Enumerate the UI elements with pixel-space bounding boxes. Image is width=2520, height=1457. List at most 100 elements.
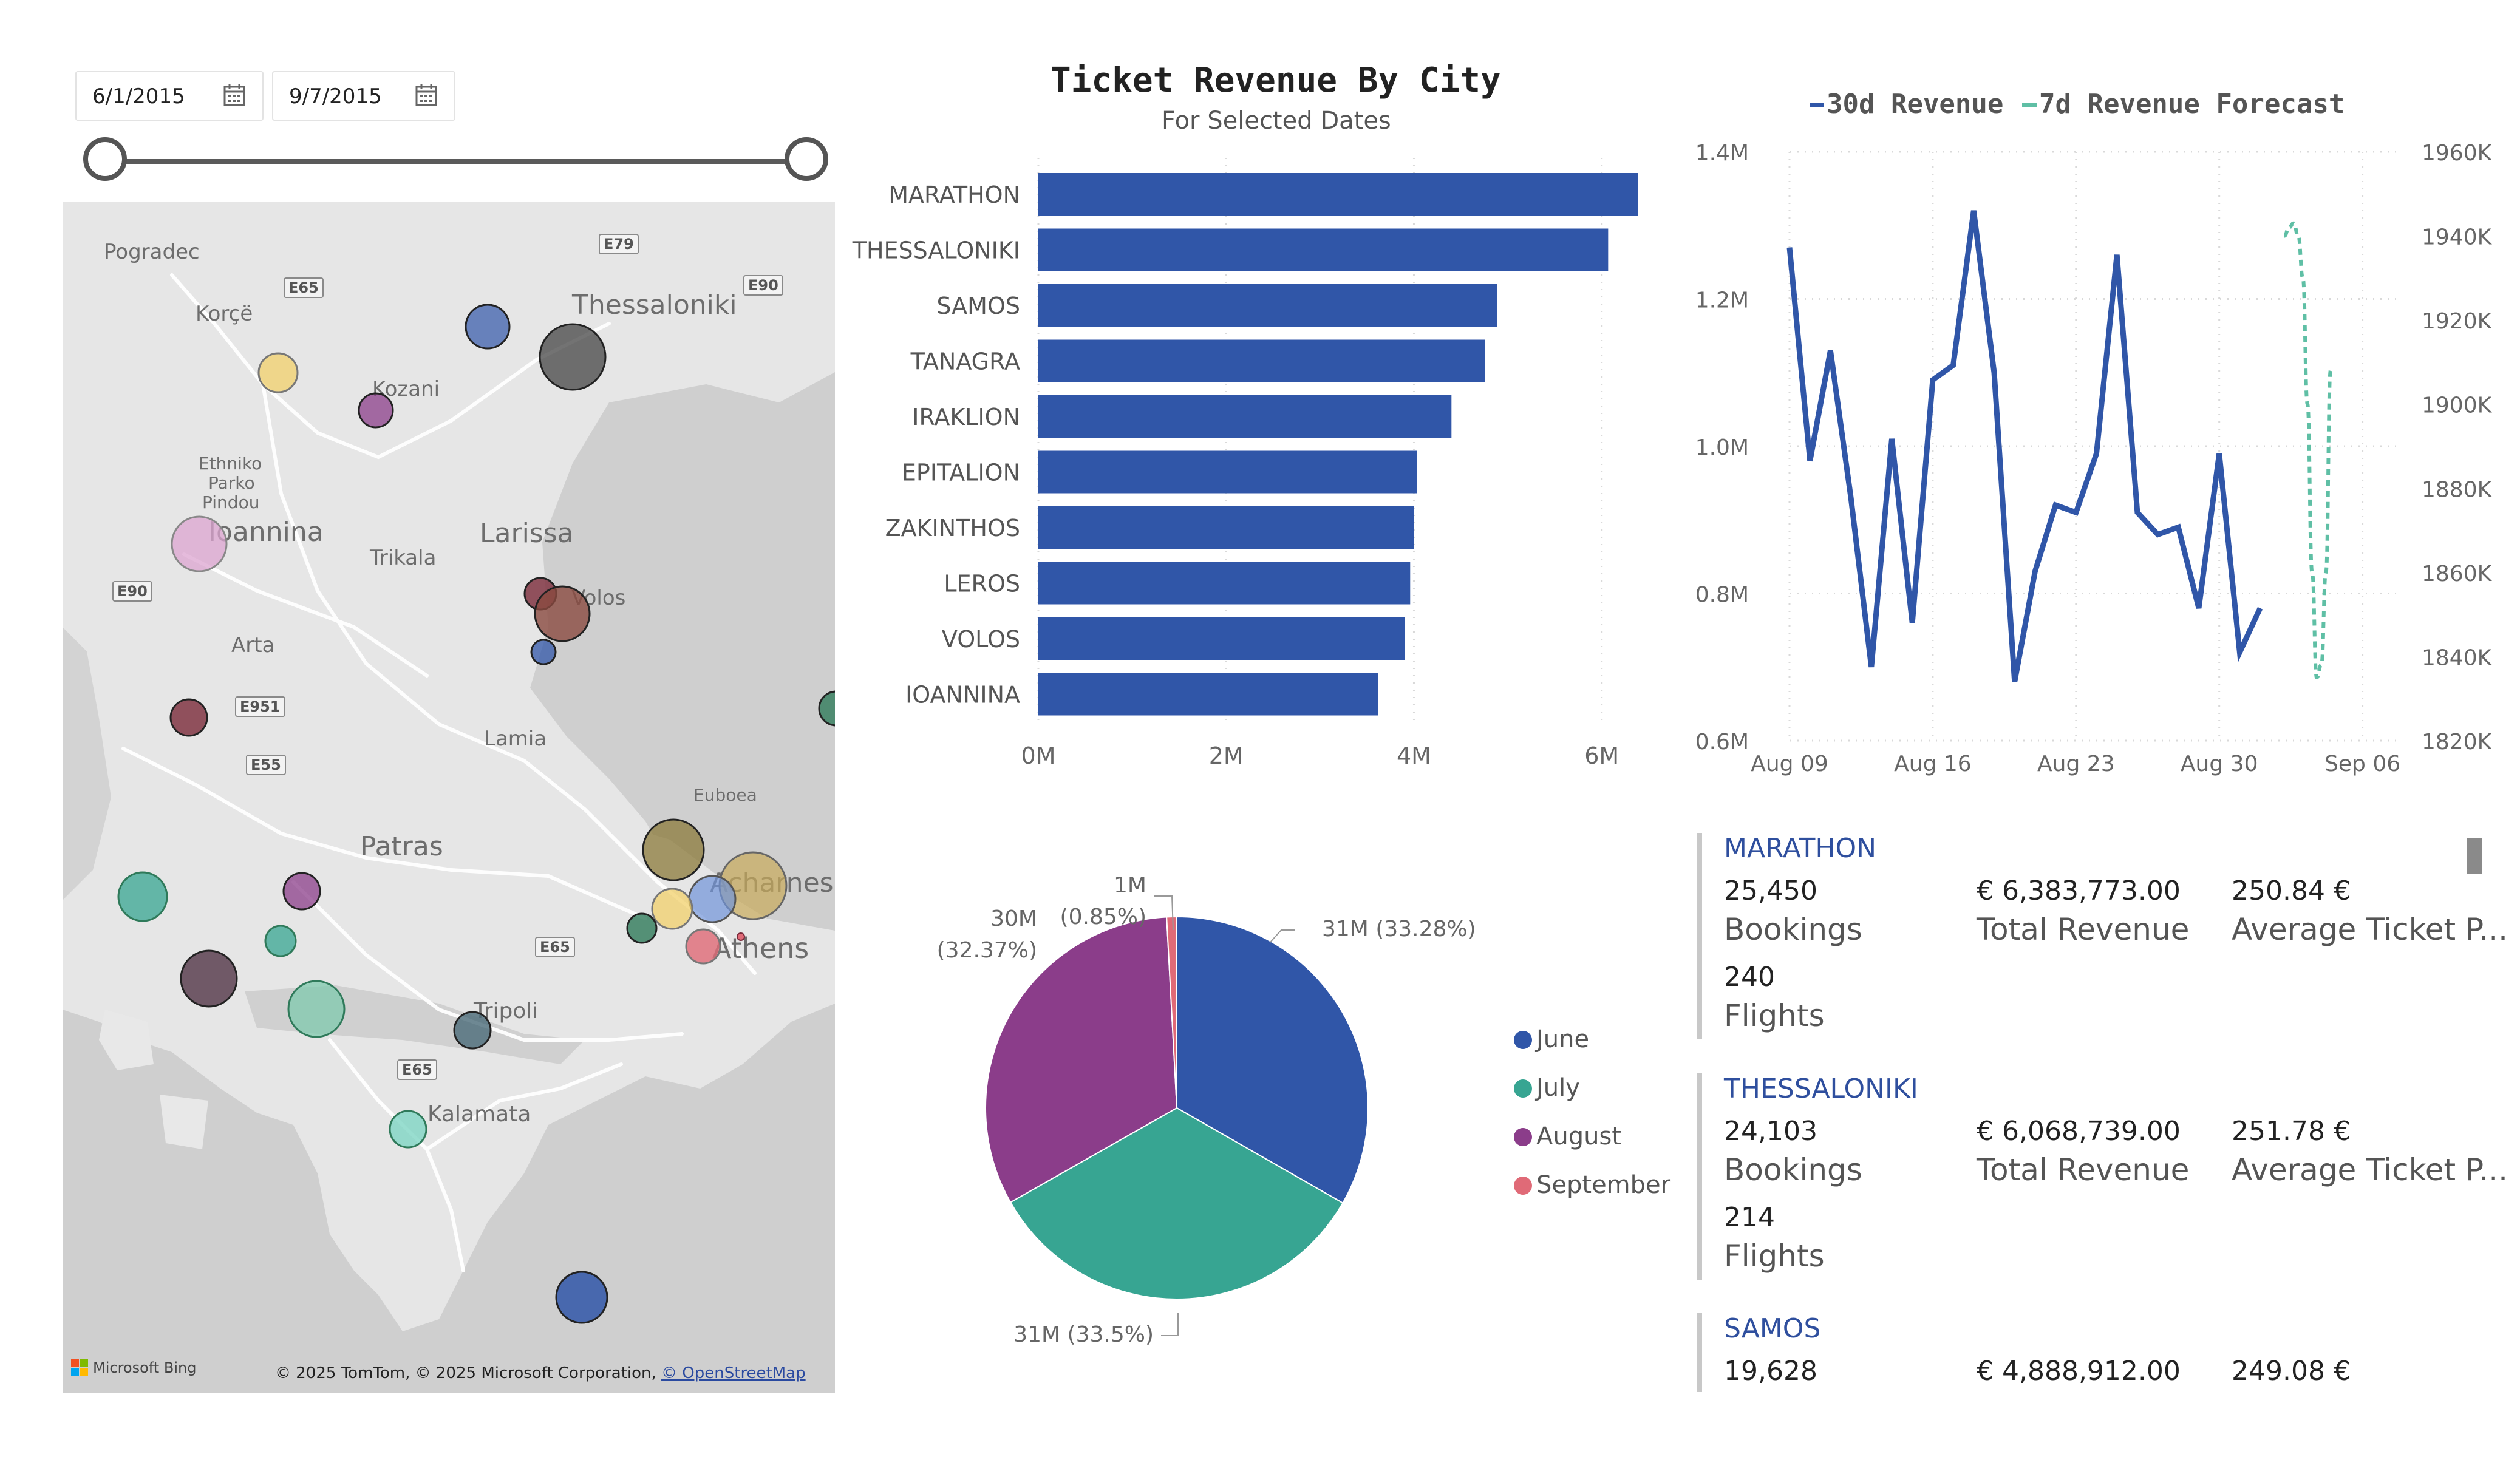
line-y-left-tick-label: 1.0M — [1695, 435, 1749, 460]
bing-logo: Microsoft Bing — [71, 1359, 196, 1376]
cards-scrollbar-thumb[interactable] — [2467, 838, 2482, 874]
map-bubble-thessaloniki — [539, 323, 607, 391]
map-bubble — [180, 949, 238, 1008]
line-x-tick-label: Sep 06 — [2324, 752, 2400, 776]
map-bubble — [389, 1110, 427, 1149]
map-attribution: © 2025 TomTom, © 2025 Microsoft Corporat… — [275, 1364, 806, 1382]
start-date-input[interactable]: 6/1/2015 — [75, 71, 264, 121]
end-date-input[interactable]: 9/7/2015 — [272, 71, 455, 121]
bar-category-label: SAMOS — [936, 293, 1020, 319]
bar-category-label: EPITALION — [902, 460, 1020, 486]
card-city: MARATHON — [1724, 833, 1877, 864]
card-flights-label: Flights — [1724, 998, 1825, 1033]
bar-leros — [1038, 562, 1411, 605]
bar-category-label: VOLOS — [942, 626, 1020, 653]
map-bubble — [818, 690, 835, 727]
card-revenue-label: Total Revenue — [1977, 912, 2190, 947]
card-bookings-value: 25,450 — [1724, 875, 1817, 906]
line-chart[interactable]: 30d Revenue 7d Revenue Forecast 0.6M 0.8M 1.… — [1664, 73, 2514, 789]
bar-category-label: LEROS — [944, 571, 1020, 597]
map-bubble — [264, 925, 297, 957]
map-bubble — [358, 392, 394, 429]
pie-legend-marker — [1514, 1128, 1532, 1146]
card-flights-value: 214 — [1724, 1202, 1775, 1233]
card-revenue-label: Total Revenue — [1977, 1152, 2190, 1187]
bar-iraklion — [1038, 395, 1452, 438]
pie-legend-label: July — [1534, 1074, 1580, 1102]
card-revenue-value: € 4,888,912.00 — [1977, 1356, 2181, 1387]
line-series-30d-revenue — [1786, 210, 2263, 682]
map-bubble — [117, 871, 168, 922]
line-y-right-tick-label: 1860K — [2422, 562, 2493, 586]
start-date-value: 6/1/2015 — [92, 84, 185, 109]
bar-thessaloniki — [1038, 228, 1609, 271]
bar-zakinthos — [1038, 506, 1414, 549]
line-x-tick-label: Aug 16 — [1894, 752, 1972, 776]
map-bubble — [626, 912, 658, 944]
line-y-right-tick-label: 1920K — [2422, 309, 2493, 334]
card-bookings-label: Bookings — [1724, 1152, 1862, 1187]
end-date-value: 9/7/2015 — [289, 84, 382, 109]
card-bookings-value: 24,103 — [1724, 1116, 1817, 1147]
map-bubble — [688, 875, 737, 923]
card-avg-value: 251.78 € — [2232, 1116, 2351, 1147]
card-bookings-label: Bookings — [1724, 912, 1862, 947]
pie-chart[interactable]: 31M (33.28%) 31M (33.5%) 30M (32.37%) 1M (0.8… — [899, 850, 1688, 1372]
line-y-right-tick-label: 1820K — [2422, 730, 2493, 755]
map-bubble — [453, 1011, 492, 1050]
pie-legend-label: August — [1536, 1122, 1621, 1150]
map-bubble — [169, 698, 208, 737]
map-bubble — [257, 352, 299, 393]
pie-legend-marker — [1514, 1079, 1532, 1098]
map-visual[interactable]: Pogradec Korçë Kozani Thessaloniki Ethni… — [63, 202, 835, 1393]
line-y-right-tick-label: 1900K — [2422, 393, 2493, 418]
line-y-left-tick-label: 0.6M — [1695, 730, 1749, 755]
pie-data-label: 31M (33.28%) — [1322, 917, 1476, 942]
date-range-start-handle[interactable] — [83, 137, 127, 181]
card-avg-value: 249.08 € — [2232, 1356, 2351, 1387]
line-x-tick-label: Aug 30 — [2181, 752, 2258, 776]
card-flights-label: Flights — [1724, 1238, 1825, 1274]
bar-category-label: IRAKLION — [912, 404, 1020, 430]
pie-legend-label: June — [1534, 1025, 1589, 1053]
line-legend-actual: 30d Revenue — [1827, 89, 2003, 120]
pie-legend-marker — [1514, 1031, 1532, 1049]
map-bubble-layer — [117, 304, 835, 1324]
pie-data-label: 31M (33.5%) — [1013, 1322, 1154, 1347]
city-card-marathon[interactable]: MARATHON 25,450 Bookings € 6,383,773.00 … — [1697, 833, 2508, 1039]
line-x-tick-label: Aug 23 — [2037, 752, 2115, 776]
map-bubble — [651, 888, 693, 930]
map-bubble — [465, 304, 511, 350]
bar-x-tick-label: 4M — [1397, 742, 1431, 769]
card-city: SAMOS — [1724, 1313, 1821, 1344]
card-avg-label: Average Ticket P... — [2232, 912, 2508, 947]
line-legend-forecast: 7d Revenue Forecast — [2039, 89, 2345, 120]
bar-epitalion — [1038, 450, 1417, 494]
bar-category-label: IOANNINA — [905, 682, 1020, 708]
pie-legend-label: September — [1536, 1171, 1671, 1199]
map-bubble-ioannina — [171, 515, 228, 572]
calendar-icon[interactable] — [223, 83, 245, 106]
map-bubble — [555, 1271, 608, 1324]
date-range-slider-track[interactable] — [105, 159, 806, 164]
city-card-thessaloniki[interactable]: THESSALONIKI 24,103 Bookings € 6,068,739… — [1697, 1073, 2508, 1280]
card-avg-label: Average Ticket P... — [2232, 1152, 2508, 1187]
pie-leader-line — [1161, 1313, 1179, 1336]
map-bubble — [642, 818, 705, 881]
map-bubble-volos — [534, 585, 591, 642]
bar-ioannina — [1038, 673, 1378, 716]
line-y-right-tick-label: 1940K — [2422, 225, 2493, 250]
bar-chart[interactable]: 0M 2M 4M 6M MARATHON THESSALONIKI SAMOS TANAGRA… — [838, 158, 1640, 783]
map-bubble — [287, 980, 346, 1038]
city-card-samos[interactable]: SAMOS 19,628 € 4,888,912.00 249.08 € — [1697, 1313, 2487, 1392]
pie-data-label: 30M — [990, 906, 1037, 931]
bing-label: Microsoft Bing — [93, 1359, 197, 1376]
openstreetmap-link[interactable]: © OpenStreetMap — [661, 1364, 806, 1382]
card-city: THESSALONIKI — [1724, 1073, 1918, 1104]
date-range-end-handle[interactable] — [785, 137, 828, 181]
bar-category-label: TANAGRA — [910, 348, 1020, 375]
card-revenue-value: € 6,068,739.00 — [1977, 1116, 2181, 1147]
line-y-right-tick-label: 1840K — [2422, 645, 2493, 670]
bar-category-label: THESSALONIKI — [852, 237, 1020, 264]
calendar-icon[interactable] — [415, 83, 437, 106]
